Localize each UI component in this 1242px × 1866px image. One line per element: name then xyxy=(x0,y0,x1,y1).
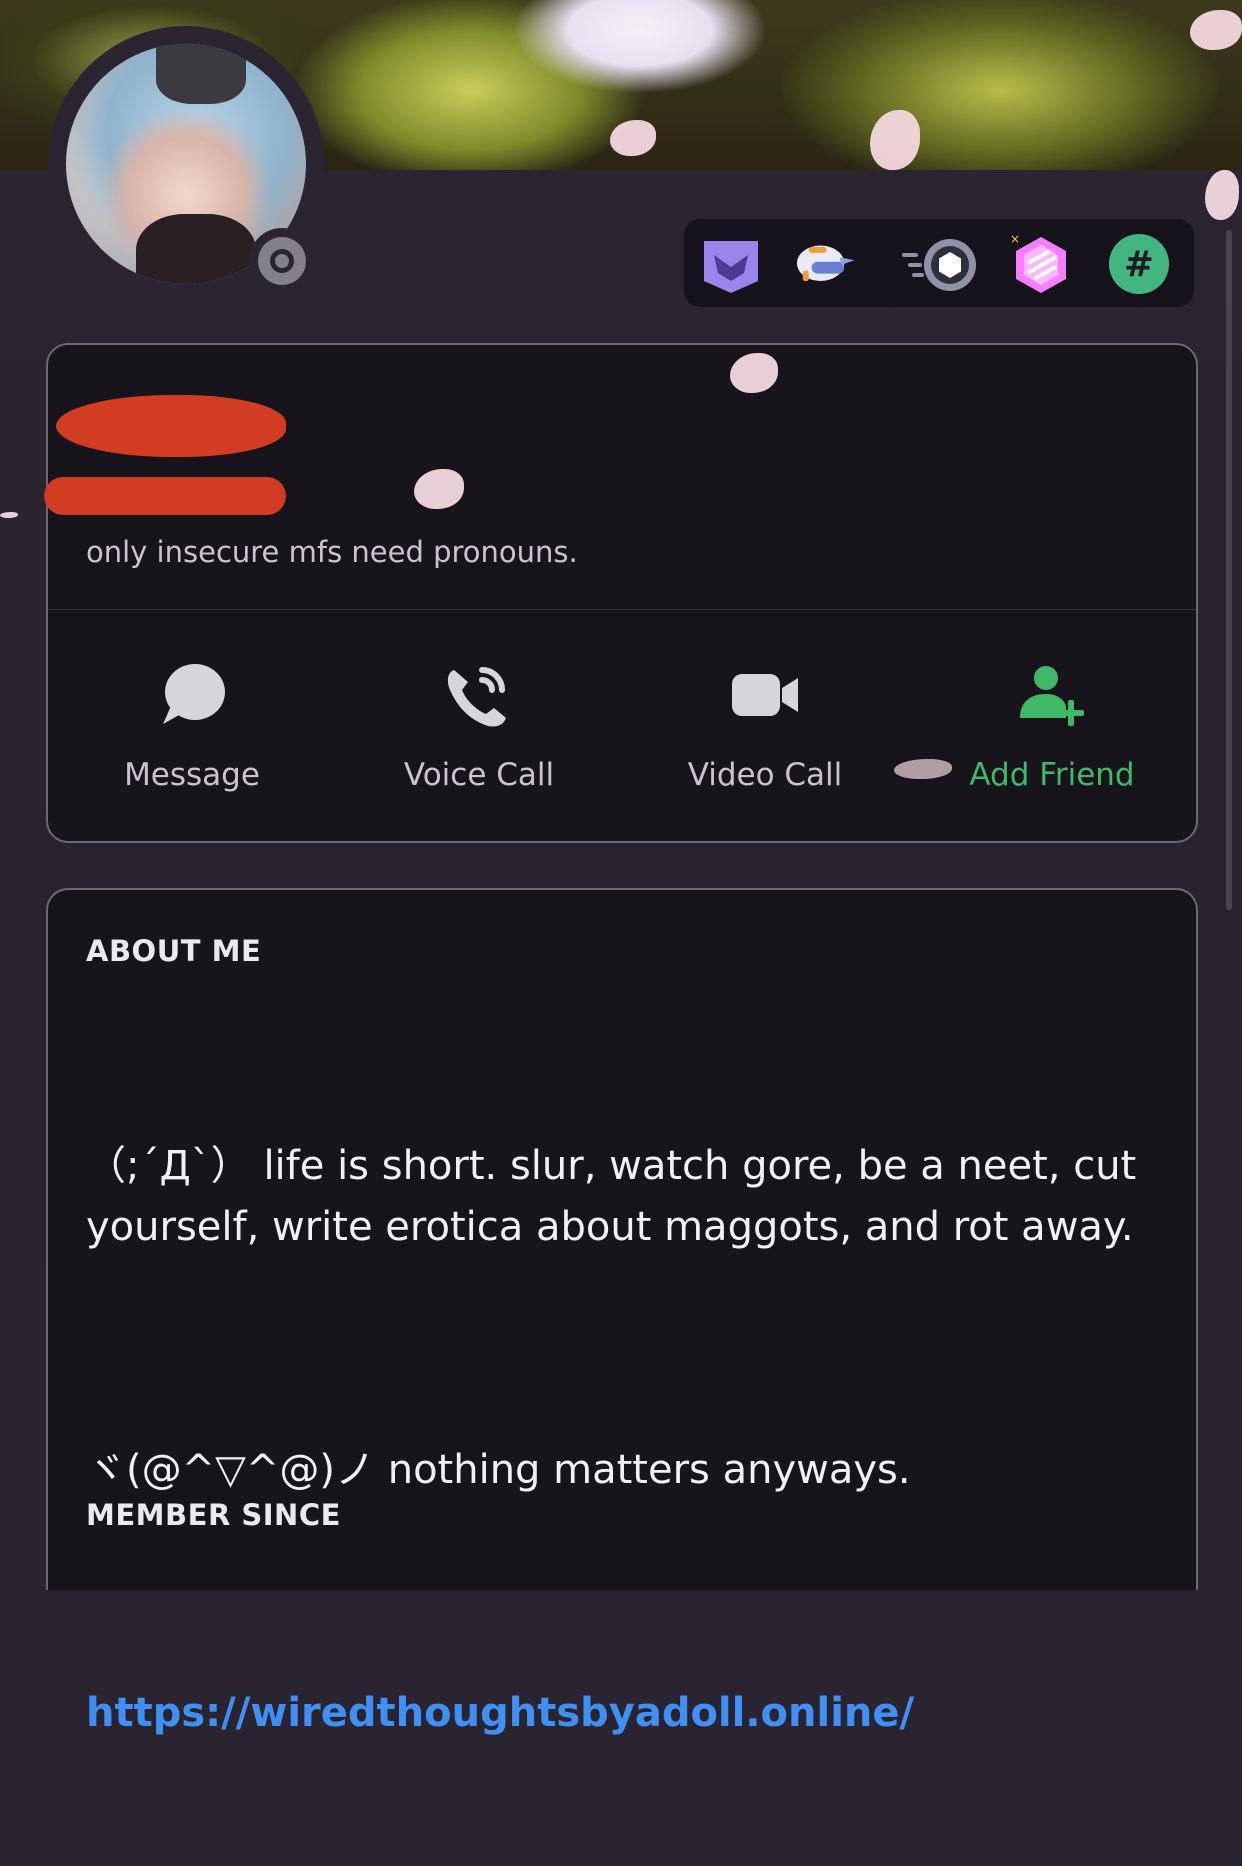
pronouns-text: only insecure mfs need pronouns. xyxy=(86,535,578,569)
chat-bubble-icon xyxy=(163,664,225,724)
bio-line: ヾ(@^▽^@)ノ nothing matters anyways. xyxy=(86,1447,911,1493)
add-friend-label: Add Friend xyxy=(969,757,1135,793)
about-me-text: （;´Д`） life is short. slur, watch gore, … xyxy=(86,1014,1156,1866)
member-since-title: MEMBER SINCE xyxy=(86,1498,341,1532)
website-link[interactable]: https://wiredthoughtsbyadoll.online/ xyxy=(86,1683,1156,1744)
voice-call-button[interactable]: Voice Call xyxy=(379,655,579,793)
video-call-button[interactable]: Video Call xyxy=(665,655,865,793)
redacted-display-name xyxy=(56,395,286,457)
video-call-label: Video Call xyxy=(687,757,843,793)
hypesquad-bravery-badge-icon[interactable] xyxy=(700,233,762,295)
about-me-card: ABOUT ME （;´Д`） life is short. slur, wat… xyxy=(46,888,1198,1736)
petal-decoration xyxy=(870,110,920,170)
about-me-title: ABOUT ME xyxy=(86,934,262,968)
message-label: Message xyxy=(124,757,260,793)
badge-list: × # xyxy=(684,219,1194,307)
petal-decoration xyxy=(730,353,778,393)
petal-decoration xyxy=(894,759,952,779)
legacy-username-badge-icon[interactable]: # xyxy=(1108,233,1170,295)
redacted-username xyxy=(44,477,286,515)
add-friend-button[interactable]: Add Friend xyxy=(952,655,1152,793)
add-friend-icon xyxy=(1020,666,1084,726)
svg-text:#: # xyxy=(1124,244,1154,285)
offline-status-icon xyxy=(258,237,306,285)
voice-call-label: Voice Call xyxy=(403,757,555,793)
scrollbar[interactable] xyxy=(1226,230,1232,910)
svg-text:×: × xyxy=(1010,233,1020,246)
bio-line: （;´Д`） life is short. slur, watch gore, … xyxy=(86,1143,1149,1250)
avatar-dress xyxy=(136,214,256,284)
phone-call-icon xyxy=(447,667,506,727)
early-supporter-helmet-badge-icon[interactable] xyxy=(794,233,856,295)
petal-decoration xyxy=(1190,10,1242,50)
petal-decoration xyxy=(414,469,464,509)
divider xyxy=(48,609,1196,610)
petal-decoration xyxy=(610,120,656,156)
profile-header-card: only insecure mfs need pronouns. Message… xyxy=(44,343,1198,843)
nitro-boost-badge-icon[interactable] xyxy=(902,233,982,295)
server-booster-gem-badge-icon[interactable]: × xyxy=(1010,233,1072,295)
video-camera-icon xyxy=(732,674,798,716)
avatar-headband xyxy=(156,44,246,104)
message-button[interactable]: Message xyxy=(92,655,292,793)
